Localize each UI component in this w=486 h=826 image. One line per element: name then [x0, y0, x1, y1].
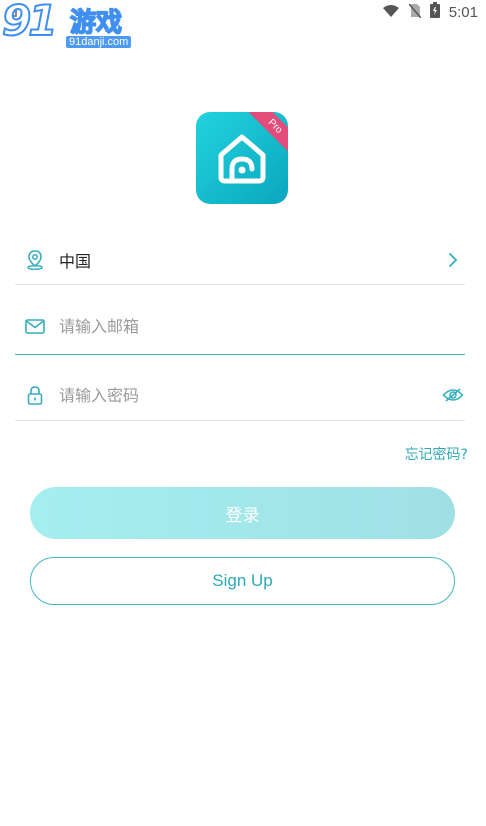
login-button[interactable]: 登录 [30, 487, 455, 539]
country-value: 中国 [59, 252, 92, 271]
wifi-icon [382, 3, 400, 22]
chevron-right-icon [441, 248, 465, 272]
watermark-title: 游戏 [69, 7, 123, 38]
forgot-password-link[interactable]: 忘记密码? [405, 444, 468, 464]
email-field[interactable] [59, 316, 465, 336]
email-row [15, 298, 465, 355]
status-time: 5:01 [448, 3, 478, 21]
mail-icon [23, 314, 47, 338]
password-row [15, 370, 465, 421]
watermark-url: 91danji.com [66, 36, 132, 48]
watermark-number: 91 [1, 0, 58, 46]
battery-icon [429, 2, 440, 22]
location-pin-icon [23, 248, 47, 272]
sign-up-button[interactable]: Sign Up [30, 557, 455, 605]
country-selector[interactable]: 中国 [15, 236, 465, 285]
lock-icon [23, 383, 47, 407]
watermark-logo: 91 游戏 91danji.com [0, 0, 140, 55]
no-sim-icon [408, 3, 422, 22]
password-field[interactable] [59, 385, 441, 405]
eye-off-icon[interactable] [441, 383, 465, 407]
home-icon [218, 134, 266, 184]
app-logo: Pro [196, 112, 288, 204]
